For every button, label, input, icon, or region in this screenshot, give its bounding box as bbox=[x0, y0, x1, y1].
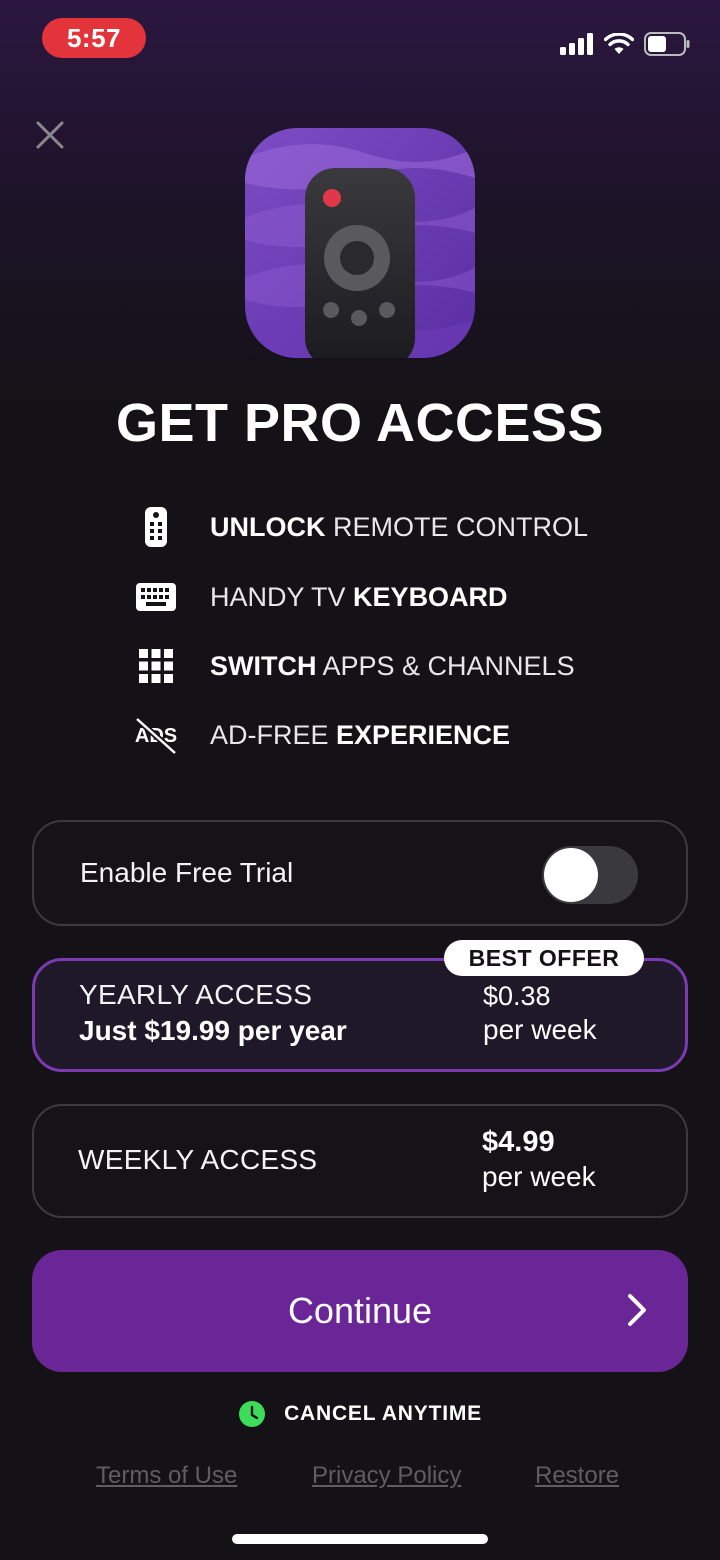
feature-remote-control: UNLOCK REMOTE CONTROL bbox=[132, 502, 588, 552]
plan-name: YEARLY ACCESS bbox=[79, 979, 313, 1010]
app-icon bbox=[245, 128, 475, 358]
clock-icon bbox=[239, 1401, 266, 1427]
close-icon bbox=[36, 121, 64, 149]
plan-price: $0.38 bbox=[483, 981, 551, 1011]
cancel-anytime-note: CANCEL ANYTIME bbox=[0, 1400, 720, 1428]
free-trial-toggle[interactable] bbox=[542, 846, 638, 904]
privacy-policy-link[interactable]: Privacy Policy bbox=[312, 1462, 461, 1490]
plan-weekly-option[interactable]: WEEKLY ACCESS $4.99 per week bbox=[32, 1104, 688, 1218]
chevron-right-icon bbox=[628, 1294, 646, 1326]
continue-label: Continue bbox=[287, 1290, 433, 1331]
free-trial-label: Enable Free Trial bbox=[80, 857, 294, 888]
feature-apps-channels: SWITCH APPS & CHANNELS bbox=[132, 641, 575, 691]
page-title: GET PRO ACCESS bbox=[115, 393, 605, 453]
feature-keyboard: HANDY TV KEYBOARD bbox=[132, 572, 508, 622]
no-ads-icon: ADS bbox=[135, 716, 177, 755]
best-offer-badge: BEST OFFER bbox=[444, 940, 644, 976]
feature-text: APPS & CHANNELS bbox=[316, 650, 575, 681]
plan-subtitle: Just $19.99 per year bbox=[79, 1015, 347, 1046]
home-indicator bbox=[232, 1534, 488, 1544]
tv-remote-app-logo-icon bbox=[245, 128, 475, 358]
feature-text: HANDY TV bbox=[210, 581, 354, 612]
feature-text: EXPERIENCE bbox=[336, 719, 511, 750]
continue-button[interactable]: Continue bbox=[32, 1250, 688, 1372]
wifi-icon bbox=[604, 33, 634, 54]
cellular-signal-icon bbox=[560, 33, 593, 55]
apps-grid-icon bbox=[139, 649, 173, 683]
cancel-anytime-text: CANCEL ANYTIME bbox=[284, 1402, 482, 1425]
feature-ad-free: ADS AD-FREE EXPERIENCE bbox=[132, 710, 510, 760]
keyboard-icon bbox=[136, 583, 176, 611]
close-button[interactable] bbox=[30, 115, 70, 155]
plan-price-period: per week bbox=[482, 1161, 596, 1192]
toggle-knob bbox=[544, 848, 598, 902]
remote-icon bbox=[145, 507, 167, 547]
terms-of-use-link[interactable]: Terms of Use bbox=[96, 1462, 237, 1490]
status-time: 5:57 bbox=[42, 18, 146, 58]
plan-name: WEEKLY ACCESS bbox=[78, 1144, 318, 1175]
plan-price: $4.99 bbox=[482, 1126, 555, 1158]
battery-icon bbox=[644, 32, 690, 56]
feature-text: KEYBOARD bbox=[353, 581, 508, 612]
feature-text: REMOTE CONTROL bbox=[325, 511, 589, 542]
plan-price-period: per week bbox=[483, 1014, 597, 1045]
feature-text: SWITCH bbox=[210, 650, 317, 681]
feature-text: UNLOCK bbox=[210, 511, 326, 542]
status-icons bbox=[560, 30, 690, 58]
free-trial-row[interactable]: Enable Free Trial bbox=[32, 820, 688, 926]
restore-link[interactable]: Restore bbox=[535, 1462, 619, 1490]
feature-text: AD-FREE bbox=[210, 719, 337, 750]
